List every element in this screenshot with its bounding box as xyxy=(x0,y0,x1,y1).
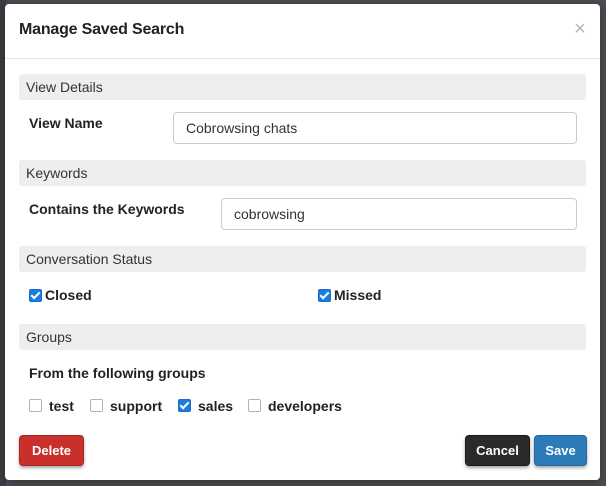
section-view-details: View Details xyxy=(19,74,586,100)
section-heading: Keywords xyxy=(26,165,88,181)
group-sales-label: sales xyxy=(198,398,234,414)
section-heading: Conversation Status xyxy=(26,251,153,267)
view-name-label: View Name xyxy=(29,115,103,131)
closed-checkbox-label: Closed xyxy=(45,287,92,303)
group-developers-label: developers xyxy=(268,398,342,414)
cancel-button[interactable]: Cancel xyxy=(465,435,530,466)
section-heading: Groups xyxy=(26,329,72,345)
group-test-label: test xyxy=(49,398,74,414)
group-support-checkbox[interactable] xyxy=(90,399,103,412)
keywords-input[interactable] xyxy=(221,198,577,230)
manage-saved-search-dialog: Manage Saved Search × View Details View … xyxy=(5,4,600,480)
delete-button[interactable]: Delete xyxy=(19,435,84,466)
group-sales-checkbox[interactable] xyxy=(178,399,191,412)
save-button[interactable]: Save xyxy=(534,435,587,466)
missed-checkbox-label: Missed xyxy=(334,287,382,303)
group-support-label: support xyxy=(110,398,163,414)
dialog-title: Manage Saved Search xyxy=(19,21,185,38)
close-icon[interactable]: × xyxy=(570,18,590,40)
view-name-input[interactable] xyxy=(173,112,577,144)
keywords-label: Contains the Keywords xyxy=(29,201,185,217)
closed-checkbox[interactable] xyxy=(29,289,42,302)
section-conversation-status: Conversation Status xyxy=(19,246,586,272)
section-heading: View Details xyxy=(26,79,103,95)
group-developers-checkbox[interactable] xyxy=(248,399,261,412)
group-test-checkbox[interactable] xyxy=(29,399,42,412)
section-keywords: Keywords xyxy=(19,160,586,186)
groups-label: From the following groups xyxy=(29,365,206,381)
dialog-header: Manage Saved Search × xyxy=(5,4,600,59)
section-groups: Groups xyxy=(19,324,586,350)
missed-checkbox[interactable] xyxy=(318,289,331,302)
